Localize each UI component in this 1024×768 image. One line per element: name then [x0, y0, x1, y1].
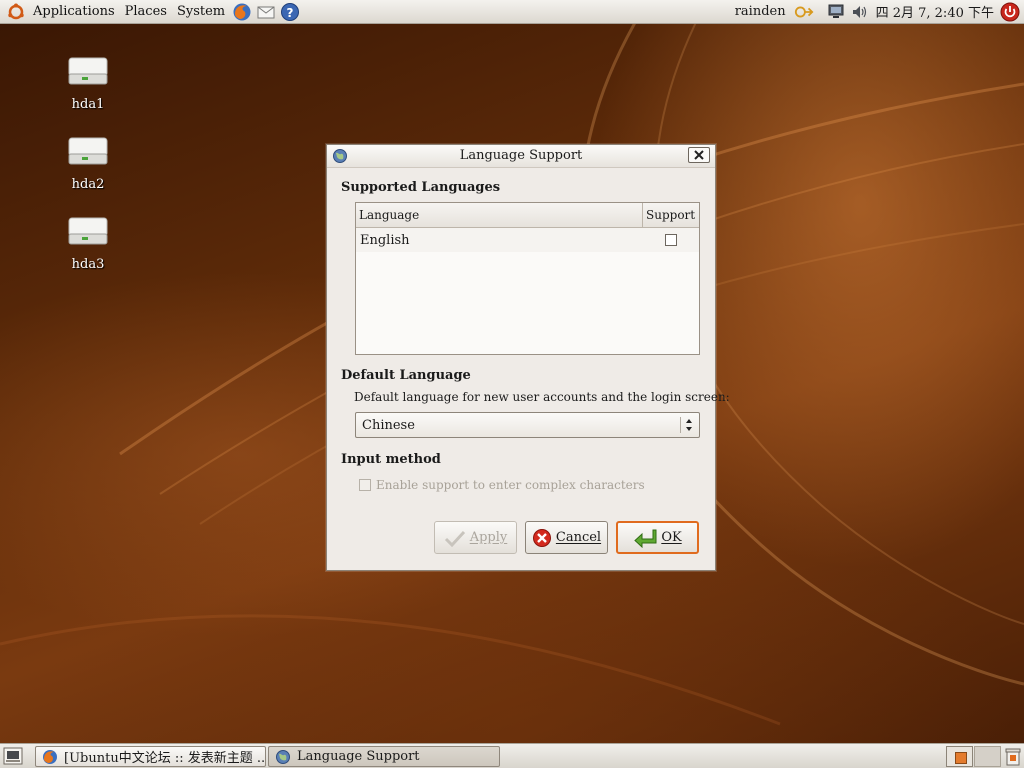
- desktop-icon-label: hda1: [71, 97, 105, 112]
- taskbar-language-support[interactable]: Language Support: [268, 746, 500, 767]
- checkmark-icon: [444, 530, 465, 547]
- drive-icon: [68, 217, 108, 245]
- complex-characters-checkbox[interactable]: [359, 479, 371, 491]
- workspace-2[interactable]: [974, 746, 1001, 767]
- apply-button[interactable]: Apply: [434, 521, 517, 554]
- enter-arrow-icon: [634, 529, 657, 548]
- cancel-button[interactable]: Cancel: [525, 521, 608, 554]
- network-arrow-icon[interactable]: [794, 2, 814, 22]
- default-language-heading: Default Language: [341, 368, 471, 383]
- input-method-heading: Input method: [341, 452, 441, 467]
- apply-label: Apply: [469, 530, 508, 545]
- svg-text:?: ?: [287, 6, 294, 20]
- task-label: Language Support: [297, 749, 420, 764]
- supported-languages-heading: Supported Languages: [341, 180, 501, 195]
- default-language-description: Default language for new user accounts a…: [354, 390, 730, 404]
- top-panel: Applications Places System ? rainden 四 2…: [0, 0, 1024, 24]
- ubuntu-logo-icon: [6, 2, 26, 22]
- system-tray: rainden 四 2月 7, 2:40 下午: [735, 0, 1024, 24]
- desktop-icon-hda2[interactable]: hda2: [48, 134, 128, 192]
- language-table: Language Support English: [355, 202, 700, 355]
- column-header-support[interactable]: Support: [643, 203, 699, 227]
- updown-arrow-icon: [686, 419, 692, 431]
- combo-separator: [680, 417, 681, 433]
- cancel-icon: [532, 528, 551, 547]
- close-icon: [694, 150, 704, 160]
- show-desktop-icon[interactable]: [3, 747, 23, 765]
- workspace-1[interactable]: [946, 746, 973, 767]
- clock[interactable]: 四 2月 7, 2:40 下午: [876, 2, 994, 21]
- language-cell: English: [360, 232, 410, 248]
- table-header: Language Support: [356, 203, 699, 228]
- user-switcher[interactable]: rainden: [735, 4, 786, 19]
- volume-icon[interactable]: [850, 2, 870, 22]
- places-menu[interactable]: Places: [120, 1, 172, 23]
- cancel-label: Cancel: [555, 530, 602, 545]
- input-method-option: Enable support to enter complex characte…: [359, 478, 645, 492]
- taskbar-firefox[interactable]: [Ubuntu中文论坛 :: 发表新主题 ...: [35, 746, 266, 767]
- desktop-icon-hda3[interactable]: hda3: [48, 214, 128, 272]
- language-support-dialog: Language Support Supported Languages Lan…: [326, 144, 730, 571]
- trash-icon[interactable]: [1004, 747, 1022, 766]
- system-menu[interactable]: System: [172, 1, 230, 23]
- table-row[interactable]: English: [356, 228, 699, 252]
- ok-label: OK: [661, 530, 682, 545]
- bottom-panel: [Ubuntu中文论坛 :: 发表新主题 ... Language Suppor…: [0, 743, 1024, 768]
- task-label: [Ubuntu中文论坛 :: 发表新主题 ...: [64, 751, 266, 766]
- ok-button[interactable]: OK: [616, 521, 699, 554]
- network-monitor-icon[interactable]: [826, 2, 846, 22]
- desktop-icon-label: hda2: [71, 177, 105, 192]
- dialog-title: Language Support: [459, 148, 583, 163]
- close-button[interactable]: [688, 147, 710, 163]
- globe-icon: [276, 749, 290, 764]
- mail-launcher-icon[interactable]: [256, 2, 276, 22]
- complex-characters-label: Enable support to enter complex characte…: [376, 478, 645, 492]
- desktop-icon-label: hda3: [71, 257, 105, 272]
- help-launcher-icon[interactable]: ?: [280, 2, 300, 22]
- column-header-language[interactable]: Language: [356, 203, 643, 227]
- default-language-combo[interactable]: Chinese: [355, 412, 700, 438]
- drive-icon: [68, 137, 108, 165]
- dialog-titlebar[interactable]: Language Support: [327, 145, 715, 168]
- support-checkbox-english[interactable]: [665, 234, 677, 246]
- combo-selected-value: Chinese: [362, 418, 415, 433]
- desktop-icon-hda1[interactable]: hda1: [48, 54, 128, 112]
- applications-menu[interactable]: Applications: [28, 1, 120, 23]
- firefox-launcher-icon[interactable]: [232, 2, 252, 22]
- power-icon[interactable]: [1000, 2, 1020, 22]
- firefox-icon: [43, 749, 57, 764]
- support-cell: [643, 234, 699, 246]
- drive-icon: [68, 57, 108, 85]
